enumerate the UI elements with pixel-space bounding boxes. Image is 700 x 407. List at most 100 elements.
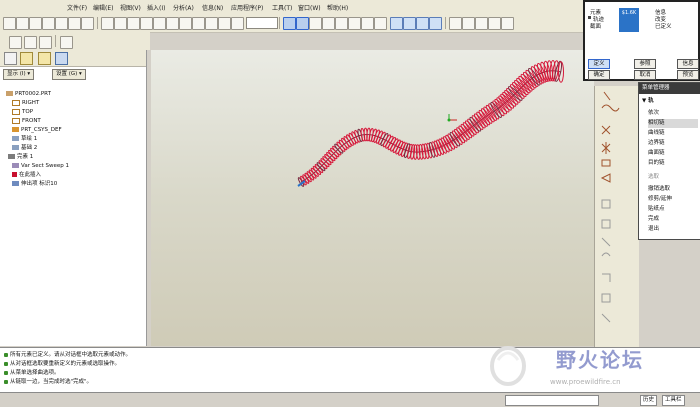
layer-icon[interactable] — [39, 36, 52, 49]
element-section[interactable]: 截面 — [590, 22, 601, 30]
redo-icon[interactable] — [101, 17, 114, 30]
menu-window[interactable]: 窗口(W) — [298, 3, 321, 12]
menu-insert[interactable]: 插入(I) — [147, 3, 165, 12]
select-section-header: 选取 — [648, 174, 660, 180]
fit-icon[interactable] — [348, 17, 361, 30]
folder-tab[interactable] — [20, 52, 33, 65]
repaint-icon[interactable] — [192, 17, 205, 30]
history-button[interactable]: 历史 — [640, 395, 658, 406]
tree-item-top[interactable]: TOP — [12, 108, 33, 116]
smart-filter-select[interactable] — [505, 395, 599, 406]
email-icon[interactable] — [55, 17, 68, 30]
saved-views-icon[interactable] — [374, 17, 387, 30]
toolbar-button[interactable]: 工具栏 — [662, 395, 685, 406]
undo-icon[interactable] — [81, 17, 94, 30]
tree-item-base2[interactable]: 基础 2 — [12, 144, 37, 152]
hidden-line-icon[interactable] — [403, 17, 416, 30]
annotation-display-icon[interactable] — [501, 17, 514, 30]
binocular-icon[interactable] — [231, 17, 244, 30]
feature-icon — [8, 154, 15, 159]
tree-item-part[interactable]: PRT0002.PRT — [6, 90, 51, 98]
menu-help[interactable]: 帮助(H) — [327, 3, 348, 12]
tree-item-csys[interactable]: PRT_CSYS_DEF — [12, 126, 62, 134]
menu-item-boundary-chain[interactable]: 边界链 — [648, 139, 665, 148]
menu-edit[interactable]: 编辑(E) — [93, 3, 113, 12]
menu-item-surface-chain[interactable]: 曲面链 — [648, 149, 665, 158]
menu-view[interactable]: 视图(V) — [120, 3, 141, 12]
close-window-icon[interactable] — [24, 36, 37, 49]
shading-icon[interactable] — [429, 17, 442, 30]
open-file-icon[interactable] — [16, 17, 29, 30]
datum-points-icon[interactable] — [309, 17, 322, 30]
paste-special-icon[interactable] — [140, 17, 153, 30]
chain-section-header[interactable]: ▼ 轨 — [642, 97, 654, 106]
settings-button[interactable]: 设置 (G) ▾ — [52, 69, 86, 80]
zoom-window-icon[interactable] — [322, 17, 335, 30]
menu-item-tangent-point[interactable]: 贴纸点 — [648, 205, 665, 214]
tree-item-varsweep[interactable]: Var Sect Sweep 1 — [12, 162, 69, 170]
menu-item-one-by-one[interactable]: 依次 — [648, 109, 659, 118]
new-window-icon[interactable] — [9, 36, 22, 49]
connections-tab[interactable] — [55, 52, 68, 65]
menu-item-intent-chain[interactable]: 目的链 — [648, 159, 665, 168]
point-display-icon[interactable] — [475, 17, 488, 30]
wireframe-icon[interactable] — [390, 17, 403, 30]
csys-display-icon[interactable] — [488, 17, 501, 30]
menu-item-curve-chain[interactable]: 曲线链 — [648, 129, 665, 138]
whats-this-icon[interactable] — [60, 36, 73, 49]
display-button[interactable]: 显示 (I) ▾ — [3, 69, 35, 80]
define-button[interactable]: 定义 — [588, 59, 610, 69]
menu-item-done[interactable]: 完成 — [648, 215, 659, 224]
refit-icon[interactable] — [205, 17, 218, 30]
find-icon[interactable] — [166, 17, 179, 30]
datum-plane-display-icon[interactable] — [449, 17, 462, 30]
menu-item-unselect[interactable]: 撤销选取 — [648, 185, 670, 194]
reference-button[interactable]: 参照 — [634, 59, 656, 69]
tree-item-front[interactable]: FRONT — [12, 117, 41, 125]
info-button[interactable]: 信息 — [677, 59, 699, 69]
cut-icon[interactable] — [114, 17, 127, 30]
no-hidden-icon[interactable] — [416, 17, 429, 30]
sweep-tool-icon — [600, 173, 611, 183]
menu-analysis[interactable]: 分析(A) — [173, 3, 194, 12]
csys-tool-icon — [601, 159, 611, 167]
zoom-out-icon[interactable] — [335, 17, 348, 30]
orient-icon[interactable] — [361, 17, 374, 30]
select-box-icon[interactable] — [179, 17, 192, 30]
tree-item-element1[interactable]: 完素 1 — [8, 153, 33, 161]
tree-item-right[interactable]: RIGHT — [12, 99, 39, 107]
feature-tool-icons — [600, 91, 620, 323]
filter-dropdown[interactable] — [246, 17, 278, 29]
tree-item-sketch1[interactable]: 草绘 1 — [12, 135, 37, 143]
menu-applications[interactable]: 应用程序(P) — [231, 3, 263, 12]
menu-item-quit[interactable]: 退出 — [648, 225, 659, 234]
menu-item-trim-extend[interactable]: 修剪/延伸 — [648, 195, 672, 204]
menu-manager-panel: 菜单管理器 ▼ 轨 依次 相切链 曲线链 边界链 曲面链 目的链 选取 撤销选取… — [638, 82, 700, 240]
datum-axes-icon[interactable] — [296, 17, 309, 30]
axis-display-icon[interactable] — [462, 17, 475, 30]
menu-info[interactable]: 信息(N) — [202, 3, 223, 12]
new-file-icon[interactable] — [3, 17, 16, 30]
menu-file[interactable]: 文件(F) — [67, 3, 87, 12]
message-area: 所有元素已定义。请从对话框中选取元素或动作。 从对话框选取要重新定义的元素或选取… — [0, 347, 700, 393]
menu-item-tangent-chain[interactable]: 相切链 — [648, 119, 698, 128]
paste-icon[interactable] — [127, 17, 140, 30]
print-icon[interactable] — [42, 17, 55, 30]
regenerate-icon[interactable] — [153, 17, 166, 30]
menu-tools[interactable]: 工具(T) — [272, 3, 292, 12]
save-icon[interactable] — [29, 17, 42, 30]
tree-item-protrusion[interactable]: 伸出项 标识10 — [12, 180, 57, 188]
preview-button[interactable]: 预览 — [677, 70, 699, 80]
model-tree-tab[interactable] — [4, 52, 17, 65]
cancel-button[interactable]: 取消 — [634, 70, 656, 80]
graphics-window[interactable] — [151, 50, 594, 346]
zoom-in-icon[interactable] — [218, 17, 231, 30]
part-icon — [6, 91, 13, 96]
round-icon — [601, 252, 611, 257]
copy-icon[interactable] — [68, 17, 81, 30]
datum-planes-icon[interactable] — [283, 17, 296, 30]
sweep-icon — [12, 163, 19, 168]
favorites-tab[interactable] — [38, 52, 51, 65]
ok-button[interactable]: 确定 — [588, 70, 610, 80]
tree-item-insert-here[interactable]: 在此插入 — [12, 171, 41, 179]
